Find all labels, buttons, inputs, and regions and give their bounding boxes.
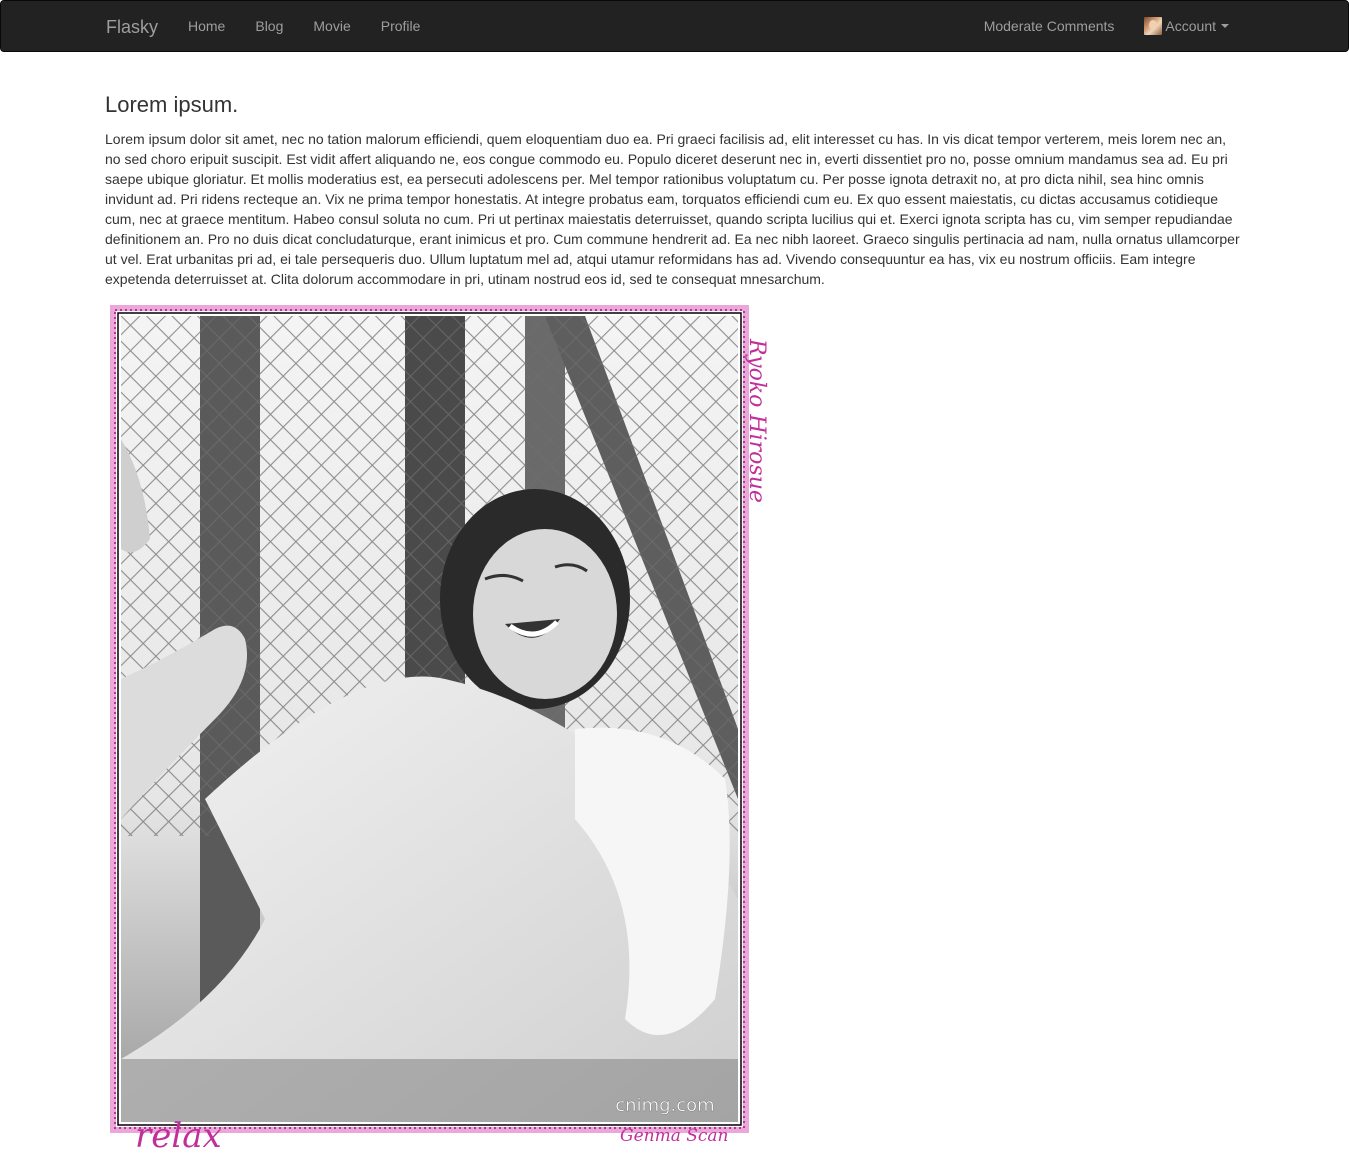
post-image: cnimg.com Ryoko Hirosue relax Genma Scan xyxy=(105,299,770,1159)
post-title: Lorem ipsum. xyxy=(105,92,239,117)
secondary-nav: Moderate Comments Account xyxy=(969,1,1244,51)
nav-moderate-comments[interactable]: Moderate Comments xyxy=(969,1,1130,51)
photo-bottom-left-caption: relax xyxy=(135,1116,222,1156)
top-navbar: Flasky Home Blog Movie Profile Moderate … xyxy=(0,0,1349,52)
account-dropdown[interactable]: Account xyxy=(1129,1,1244,51)
nav-movie[interactable]: Movie xyxy=(298,1,365,51)
primary-nav: Home Blog Movie Profile xyxy=(173,1,435,51)
main-content: Lorem ipsum. Lorem ipsum dolor sit amet,… xyxy=(105,90,1245,289)
account-label: Account xyxy=(1165,17,1216,34)
photo-side-caption: Ryoko Hirosue xyxy=(744,338,769,503)
brand-link[interactable]: Flasky xyxy=(106,17,158,37)
nav-home[interactable]: Home xyxy=(173,1,240,51)
avatar xyxy=(1144,17,1163,35)
photo-watermark: cnimg.com xyxy=(615,1095,714,1116)
nav-profile[interactable]: Profile xyxy=(366,1,436,51)
caret-down-icon xyxy=(1221,24,1229,28)
nav-blog[interactable]: Blog xyxy=(240,1,298,51)
photo-bottom-right-caption: Genma Scan xyxy=(620,1126,729,1146)
post-body: Lorem ipsum dolor sit amet, nec no tatio… xyxy=(105,131,1240,287)
